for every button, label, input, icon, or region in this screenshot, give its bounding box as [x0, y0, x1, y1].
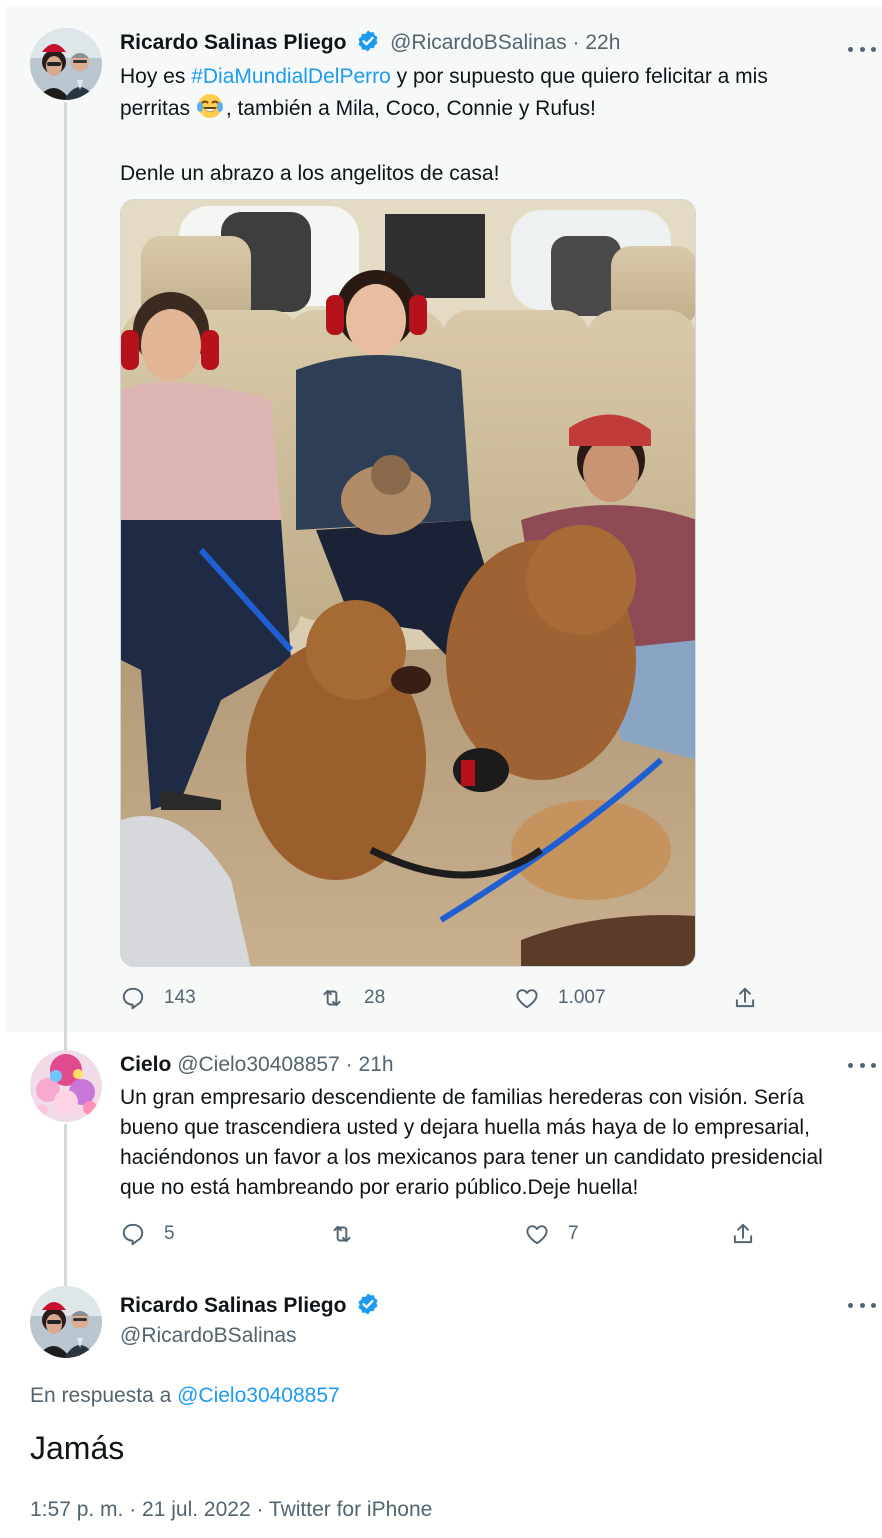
tweet-header: Cielo @Cielo30408857 · 21h	[120, 1051, 394, 1079]
replying-to-mention[interactable]: @Cielo30408857	[177, 1384, 340, 1407]
tweet-text-line: Un gran empresario descendiente de famil…	[120, 1086, 805, 1109]
retweet-count: 28	[364, 987, 386, 1008]
tweet-text-line: Hoy es #DiaMundialDelPerro y por supuest…	[120, 62, 768, 92]
tweet-photo[interactable]	[120, 199, 696, 967]
tweet-reply[interactable]: Cielo @Cielo30408857 · 21h Un gran empre…	[0, 1032, 882, 1282]
author-name-line: Ricardo Salinas Pliego	[120, 1292, 384, 1324]
photo-illustration	[121, 200, 695, 966]
tweet-header: Ricardo Salinas Pliego @RicardoBSalinas …	[120, 29, 620, 61]
more-options-icon[interactable]	[848, 39, 876, 59]
tweet-text-line: perritas , también a Mila, Coco, Connie …	[120, 92, 768, 129]
tweet-time[interactable]: 22h	[585, 31, 620, 54]
laughing-crying-emoji-icon	[196, 92, 224, 129]
author-handle-line: @RicardoBSalinas	[120, 1322, 297, 1350]
text-segment: perritas	[120, 97, 196, 120]
reply-icon	[122, 1223, 144, 1246]
like-action[interactable]: 7	[524, 1221, 579, 1247]
avatar[interactable]	[30, 28, 102, 100]
tweet-actions: 143 28 1.007	[6, 985, 882, 1015]
verified-badge-icon	[356, 29, 380, 61]
retweet-icon	[333, 1225, 351, 1243]
thread-connector-line	[64, 102, 67, 1032]
thread-page: Ricardo Salinas Pliego @RicardoBSalinas …	[0, 0, 882, 1538]
thread-connector-line	[64, 1032, 67, 1050]
like-icon	[516, 989, 538, 1009]
tweet-actions: 5 7	[0, 1221, 882, 1251]
like-action[interactable]: 1.007	[514, 985, 606, 1011]
author-handle[interactable]: @RicardoBSalinas	[120, 1324, 297, 1347]
thread-connector-line	[64, 1124, 67, 1282]
author-name[interactable]: Ricardo Salinas Pliego	[120, 1294, 346, 1317]
avatar[interactable]	[30, 1050, 102, 1122]
reply-icon	[122, 987, 144, 1010]
separator-dot: ·	[572, 31, 580, 54]
retweet-action[interactable]	[328, 1221, 374, 1247]
tweet-text: Hoy es #DiaMundialDelPerro y por supuest…	[120, 62, 768, 189]
like-count: 1.007	[558, 987, 606, 1008]
like-count: 7	[568, 1223, 579, 1244]
more-options-icon[interactable]	[848, 1295, 876, 1315]
tweet-text-line: bueno que trascendiera usted y dejara hu…	[120, 1116, 810, 1139]
reply-count: 5	[164, 1223, 175, 1244]
replying-to: En respuesta a @Cielo30408857	[30, 1384, 340, 1408]
share-action[interactable]	[732, 985, 776, 1011]
share-icon	[735, 987, 755, 1008]
tweet-text-line: Denle un abrazo a los angelitos de casa!	[120, 162, 500, 185]
verified-badge-icon	[356, 1292, 380, 1324]
reply-action[interactable]: 143	[120, 985, 196, 1011]
hashtag-link[interactable]: #DiaMundialDelPerro	[191, 65, 391, 88]
retweet-icon	[323, 989, 341, 1007]
replying-to-label: En respuesta a	[30, 1384, 178, 1407]
text-segment: , también a Mila, Coco, Connie y Rufus!	[225, 97, 596, 120]
separator-dot: ·	[345, 1053, 353, 1076]
tweet-text: Jamás	[30, 1430, 125, 1466]
share-icon	[733, 1223, 753, 1244]
author-handle[interactable]: @Cielo30408857	[177, 1053, 340, 1076]
text-segment: y por supuesto que quiero felicitar a mi…	[390, 65, 768, 88]
tweet-timestamp[interactable]: 1:57 p. m. · 21 jul. 2022 · Twitter for …	[30, 1498, 432, 1522]
reply-action[interactable]: 5	[120, 1221, 175, 1247]
retweet-action[interactable]: 28	[318, 985, 385, 1011]
tweet-text-line: haciéndonos un favor a los mexicanos par…	[120, 1146, 823, 1169]
more-options-icon[interactable]	[848, 1055, 876, 1075]
tweet-text-line: que no está hambreando por erario públic…	[120, 1176, 639, 1199]
text-segment: Hoy es	[120, 65, 192, 88]
share-action[interactable]	[730, 1221, 774, 1247]
tweet-focused: Ricardo Salinas Pliego @RicardoBSalinas …	[0, 1282, 882, 1538]
avatar[interactable]	[30, 1286, 102, 1358]
author-handle[interactable]: @RicardoBSalinas	[390, 31, 567, 54]
author-name[interactable]: Cielo	[120, 1053, 171, 1076]
author-name[interactable]: Ricardo Salinas Pliego	[120, 31, 346, 54]
tweet-time[interactable]: 21h	[358, 1053, 393, 1076]
like-icon	[526, 1225, 548, 1245]
tweet-text: Un gran empresario descendiente de famil…	[120, 1083, 823, 1203]
reply-count: 143	[164, 987, 196, 1008]
tweet-main[interactable]: Ricardo Salinas Pliego @RicardoBSalinas …	[6, 6, 882, 1032]
